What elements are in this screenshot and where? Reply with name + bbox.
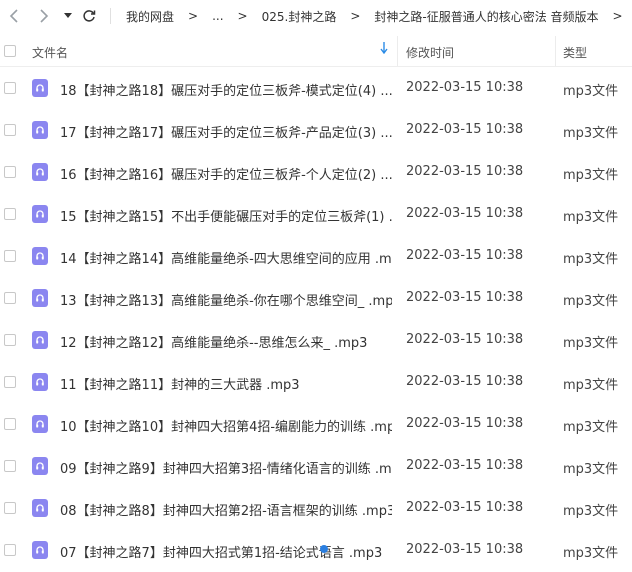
breadcrumb-separator: > xyxy=(237,9,248,23)
file-name[interactable]: 13【封神之路13】高维能量绝杀-你在哪个思维空间_ .mp3 xyxy=(60,290,392,309)
file-type: mp3文件 xyxy=(563,546,619,561)
select-all-checkbox[interactable] xyxy=(4,45,16,57)
file-list: 18【封神之路18】碾压对手的定位三板斧-模式定位(4) .... 2022-0… xyxy=(0,68,632,572)
breadcrumb-separator: > xyxy=(612,9,623,23)
toolbar-divider xyxy=(110,8,111,24)
file-row[interactable]: 08【封神之路8】封神四大招第2招-语言框架的训练 .mp3 2022-03-1… xyxy=(0,488,632,530)
file-name[interactable]: 11【封神之路11】封神的三大武器 .mp3 xyxy=(60,374,300,393)
breadcrumb-item-my-drive[interactable]: 我的网盘 xyxy=(122,8,178,25)
file-modified-time: 2022-03-15 10:38 xyxy=(406,542,524,557)
row-checkbox[interactable] xyxy=(4,208,16,220)
breadcrumb-item-ellipsis[interactable]: ... xyxy=(208,9,227,23)
audio-file-icon xyxy=(32,247,48,265)
audio-file-icon xyxy=(32,205,48,223)
file-name[interactable]: 16【封神之路16】碾压对手的定位三板斧-个人定位(2) .... xyxy=(60,164,392,183)
file-type: mp3文件 xyxy=(563,252,619,267)
breadcrumb-separator: > xyxy=(350,9,361,23)
file-name[interactable]: 18【封神之路18】碾压对手的定位三板斧-模式定位(4) .... xyxy=(60,80,392,99)
row-checkbox[interactable] xyxy=(4,82,16,94)
file-row[interactable]: 14【封神之路14】高维能量绝杀-四大思维空间的应用 .m... 2022-03… xyxy=(0,236,632,278)
file-row[interactable]: 11【封神之路11】封神的三大武器 .mp3 2022-03-15 10:38 … xyxy=(0,362,632,404)
column-divider[interactable] xyxy=(397,36,398,66)
mouse-cursor-indicator xyxy=(320,545,328,553)
file-type: mp3文件 xyxy=(563,210,619,225)
audio-file-icon xyxy=(32,289,48,307)
breadcrumb-separator: > xyxy=(188,9,199,23)
file-modified-time: 2022-03-15 10:38 xyxy=(406,458,524,473)
breadcrumb-item-current[interactable]: 封神之路-征服普通人的核心密法 音频版本 xyxy=(370,8,602,25)
audio-file-icon xyxy=(32,163,48,181)
file-type: mp3文件 xyxy=(563,126,619,141)
audio-file-icon xyxy=(32,331,48,349)
row-checkbox[interactable] xyxy=(4,334,16,346)
back-icon[interactable] xyxy=(6,4,22,28)
breadcrumb: 我的网盘 > ... > 025.封神之路 > 封神之路-征服普通人的核心密法 … xyxy=(122,0,632,32)
audio-file-icon xyxy=(32,457,48,475)
file-type: mp3文件 xyxy=(563,168,619,183)
audio-file-icon xyxy=(32,79,48,97)
file-name[interactable]: 15【封神之路15】不出手便能碾压对手的定位三板斧(1) .... xyxy=(60,206,392,225)
column-header-name[interactable]: 文件名 xyxy=(32,44,68,61)
audio-file-icon xyxy=(32,121,48,139)
file-modified-time: 2022-03-15 10:38 xyxy=(406,500,524,515)
breadcrumb-item-folder[interactable]: 025.封神之路 xyxy=(258,8,341,25)
forward-icon[interactable] xyxy=(36,4,52,28)
column-header-modified[interactable]: 修改时间 xyxy=(406,44,454,61)
row-checkbox[interactable] xyxy=(4,376,16,388)
file-type: mp3文件 xyxy=(563,378,619,393)
file-modified-time: 2022-03-15 10:38 xyxy=(406,290,524,305)
navigation-toolbar: 我的网盘 > ... > 025.封神之路 > 封神之路-征服普通人的核心密法 … xyxy=(0,0,632,32)
history-dropdown-icon[interactable] xyxy=(62,4,74,28)
file-row[interactable]: 15【封神之路15】不出手便能碾压对手的定位三板斧(1) .... 2022-0… xyxy=(0,194,632,236)
file-modified-time: 2022-03-15 10:38 xyxy=(406,374,524,389)
row-checkbox[interactable] xyxy=(4,124,16,136)
row-checkbox[interactable] xyxy=(4,544,16,556)
file-modified-time: 2022-03-15 10:38 xyxy=(406,248,524,263)
sort-descending-icon[interactable] xyxy=(380,42,388,57)
file-name[interactable]: 17【封神之路17】碾压对手的定位三板斧-产品定位(3) .... xyxy=(60,122,392,141)
file-type: mp3文件 xyxy=(563,504,619,519)
file-type: mp3文件 xyxy=(563,336,619,351)
file-type: mp3文件 xyxy=(563,420,619,435)
file-modified-time: 2022-03-15 10:38 xyxy=(406,80,524,95)
refresh-icon[interactable] xyxy=(80,4,98,28)
file-type: mp3文件 xyxy=(563,84,619,99)
file-row[interactable]: 10【封神之路10】封神四大招第4招-编剧能力的训练 .mp3 2022-03-… xyxy=(0,404,632,446)
file-row[interactable]: 16【封神之路16】碾压对手的定位三板斧-个人定位(2) .... 2022-0… xyxy=(0,152,632,194)
row-checkbox[interactable] xyxy=(4,166,16,178)
file-name[interactable]: 08【封神之路8】封神四大招第2招-语言框架的训练 .mp3 xyxy=(60,500,392,519)
column-divider[interactable] xyxy=(555,36,556,66)
file-row[interactable]: 17【封神之路17】碾压对手的定位三板斧-产品定位(3) .... 2022-0… xyxy=(0,110,632,152)
column-header-type[interactable]: 类型 xyxy=(563,44,587,61)
file-modified-time: 2022-03-15 10:38 xyxy=(406,164,524,179)
file-list-header: 文件名 修改时间 类型 xyxy=(0,36,632,67)
row-checkbox[interactable] xyxy=(4,418,16,430)
audio-file-icon xyxy=(32,499,48,517)
file-row[interactable]: 18【封神之路18】碾压对手的定位三板斧-模式定位(4) .... 2022-0… xyxy=(0,68,632,110)
file-row[interactable]: 09【封神之路9】封神四大招第3招-情绪化语言的训练 .m... 2022-03… xyxy=(0,446,632,488)
file-row[interactable]: 12【封神之路12】高维能量绝杀--思维怎么来_ .mp3 2022-03-15… xyxy=(0,320,632,362)
file-modified-time: 2022-03-15 10:38 xyxy=(406,206,524,221)
row-checkbox[interactable] xyxy=(4,502,16,514)
row-checkbox[interactable] xyxy=(4,460,16,472)
audio-file-icon xyxy=(32,541,48,559)
file-name[interactable]: 10【封神之路10】封神四大招第4招-编剧能力的训练 .mp3 xyxy=(60,416,392,435)
file-modified-time: 2022-03-15 10:38 xyxy=(406,332,524,347)
audio-file-icon xyxy=(32,415,48,433)
audio-file-icon xyxy=(32,373,48,391)
file-type: mp3文件 xyxy=(563,462,619,477)
file-row[interactable]: 07【封神之路7】封神四大招式第1招-结论式语言 .mp3 2022-03-15… xyxy=(0,530,632,572)
file-name[interactable]: 09【封神之路9】封神四大招第3招-情绪化语言的训练 .m... xyxy=(60,458,392,477)
file-name[interactable]: 14【封神之路14】高维能量绝杀-四大思维空间的应用 .m... xyxy=(60,248,392,267)
file-type: mp3文件 xyxy=(563,294,619,309)
file-row[interactable]: 13【封神之路13】高维能量绝杀-你在哪个思维空间_ .mp3 2022-03-… xyxy=(0,278,632,320)
row-checkbox[interactable] xyxy=(4,250,16,262)
file-name[interactable]: 07【封神之路7】封神四大招式第1招-结论式语言 .mp3 xyxy=(60,542,382,561)
file-modified-time: 2022-03-15 10:38 xyxy=(406,122,524,137)
row-checkbox[interactable] xyxy=(4,292,16,304)
file-name[interactable]: 12【封神之路12】高维能量绝杀--思维怎么来_ .mp3 xyxy=(60,332,367,351)
file-modified-time: 2022-03-15 10:38 xyxy=(406,416,524,431)
